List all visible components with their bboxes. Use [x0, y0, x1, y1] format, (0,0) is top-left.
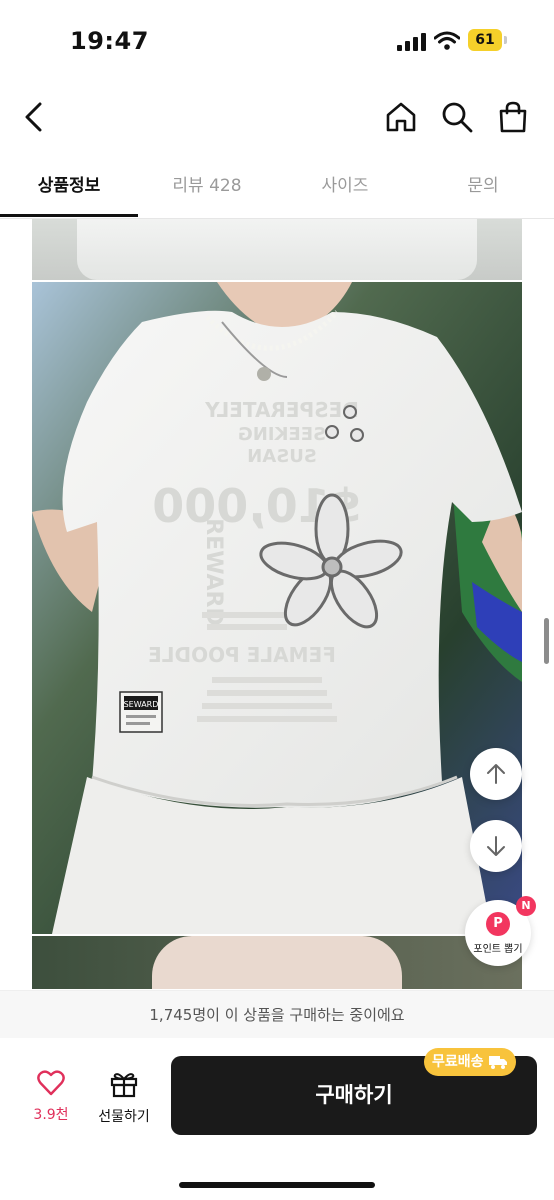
shopping-bag-button[interactable] — [493, 97, 533, 137]
tab-inquiry[interactable]: 문의 — [414, 160, 552, 216]
home-icon — [386, 102, 416, 132]
gift-button[interactable]: 선물하기 — [92, 1070, 156, 1126]
product-photo: DESPERATELY SEEKING SUSAN $10,000 REWARD… — [32, 282, 522, 934]
free-shipping-label: 무료배송 — [432, 1054, 484, 1070]
shopping-bag-icon — [499, 101, 527, 133]
home-button[interactable] — [381, 97, 421, 137]
product-image-bottom — [32, 936, 522, 989]
search-button[interactable] — [437, 97, 477, 137]
gift-icon — [110, 1073, 138, 1098]
battery-level: 61 — [468, 29, 502, 51]
point-icon: P — [486, 912, 510, 936]
scroll-down-button[interactable] — [470, 820, 522, 872]
point-draw-button[interactable]: N P 포인트 뽑기 — [465, 896, 536, 966]
home-indicator — [179, 1182, 375, 1188]
gift-label: 선물하기 — [98, 1109, 150, 1125]
print-female: FEMALE POODLE — [148, 643, 336, 667]
cellular-signal-icon — [397, 33, 426, 51]
new-badge: N — [516, 896, 536, 916]
truck-icon — [488, 1056, 507, 1069]
product-tabs: 상품정보 리뷰 428 사이즈 문의 — [0, 160, 554, 219]
arrow-down-icon — [487, 836, 505, 856]
print-line2: SEEKING — [238, 424, 326, 445]
product-image-top — [32, 219, 522, 280]
header-nav — [0, 84, 554, 154]
chevron-left-icon — [25, 102, 42, 132]
back-button[interactable] — [14, 97, 54, 137]
tab-size[interactable]: 사이즈 — [276, 160, 414, 216]
product-image-area: DESPERATELY SEEKING SUSAN $10,000 REWARD… — [32, 219, 522, 989]
garment-tag: SEWARD — [124, 700, 159, 709]
status-time: 19:47 — [70, 27, 149, 55]
tab-product-info[interactable]: 상품정보 — [0, 160, 138, 216]
heart-icon — [37, 1070, 65, 1096]
scrollbar[interactable] — [544, 618, 549, 664]
tab-reviews[interactable]: 리뷰 428 — [138, 160, 276, 216]
print-line3: SUSAN — [247, 446, 317, 467]
active-tab-indicator — [0, 214, 138, 217]
scroll-up-button[interactable] — [470, 748, 522, 800]
wifi-icon — [434, 31, 460, 50]
purchase-notice: 1,745명이 이 상품을 구매하는 중이에요 — [0, 990, 554, 1039]
battery-indicator: 61 — [468, 29, 508, 53]
like-button[interactable]: 3.9천 — [25, 1070, 77, 1124]
arrow-up-icon — [487, 764, 505, 784]
point-draw-label: 포인트 뽑기 — [473, 944, 523, 955]
print-reward: REWARD — [201, 518, 226, 625]
search-icon — [442, 102, 473, 133]
status-bar: 19:47 61 — [0, 0, 554, 84]
free-shipping-badge: 무료배송 — [424, 1048, 516, 1076]
like-count: 3.9천 — [33, 1107, 69, 1123]
print-line1: DESPERATELY — [205, 398, 359, 422]
